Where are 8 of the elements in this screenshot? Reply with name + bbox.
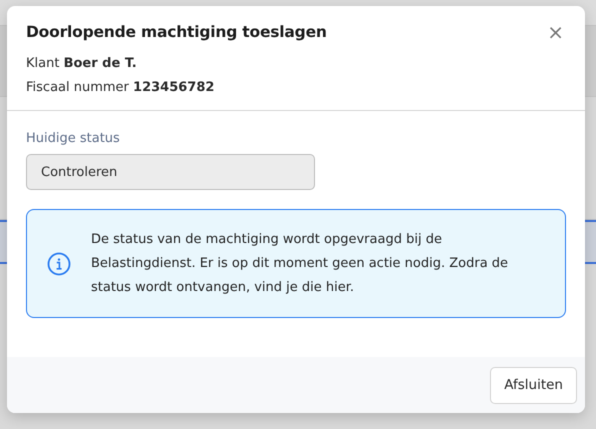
close-dialog-button[interactable]: Afsluiten <box>490 366 577 404</box>
detail-text: Klant Boer de T. <box>26 55 138 73</box>
notice-text: De status van de machtiging wordt opgevraagd bij de Belastingdienst. Er is op dit moment geen actie nodig. Zodra de status wordt ontvangen, vind je die hier. <box>91 230 510 296</box>
field-label: Huidige status <box>26 131 120 146</box>
dialog-title: Doorlopende machtiging toeslagen <box>26 23 327 41</box>
detail-text: Fiscaal nummer 123456782 <box>26 79 216 97</box>
close-button[interactable]: × <box>545 22 566 42</box>
info-icon <box>47 252 71 276</box>
